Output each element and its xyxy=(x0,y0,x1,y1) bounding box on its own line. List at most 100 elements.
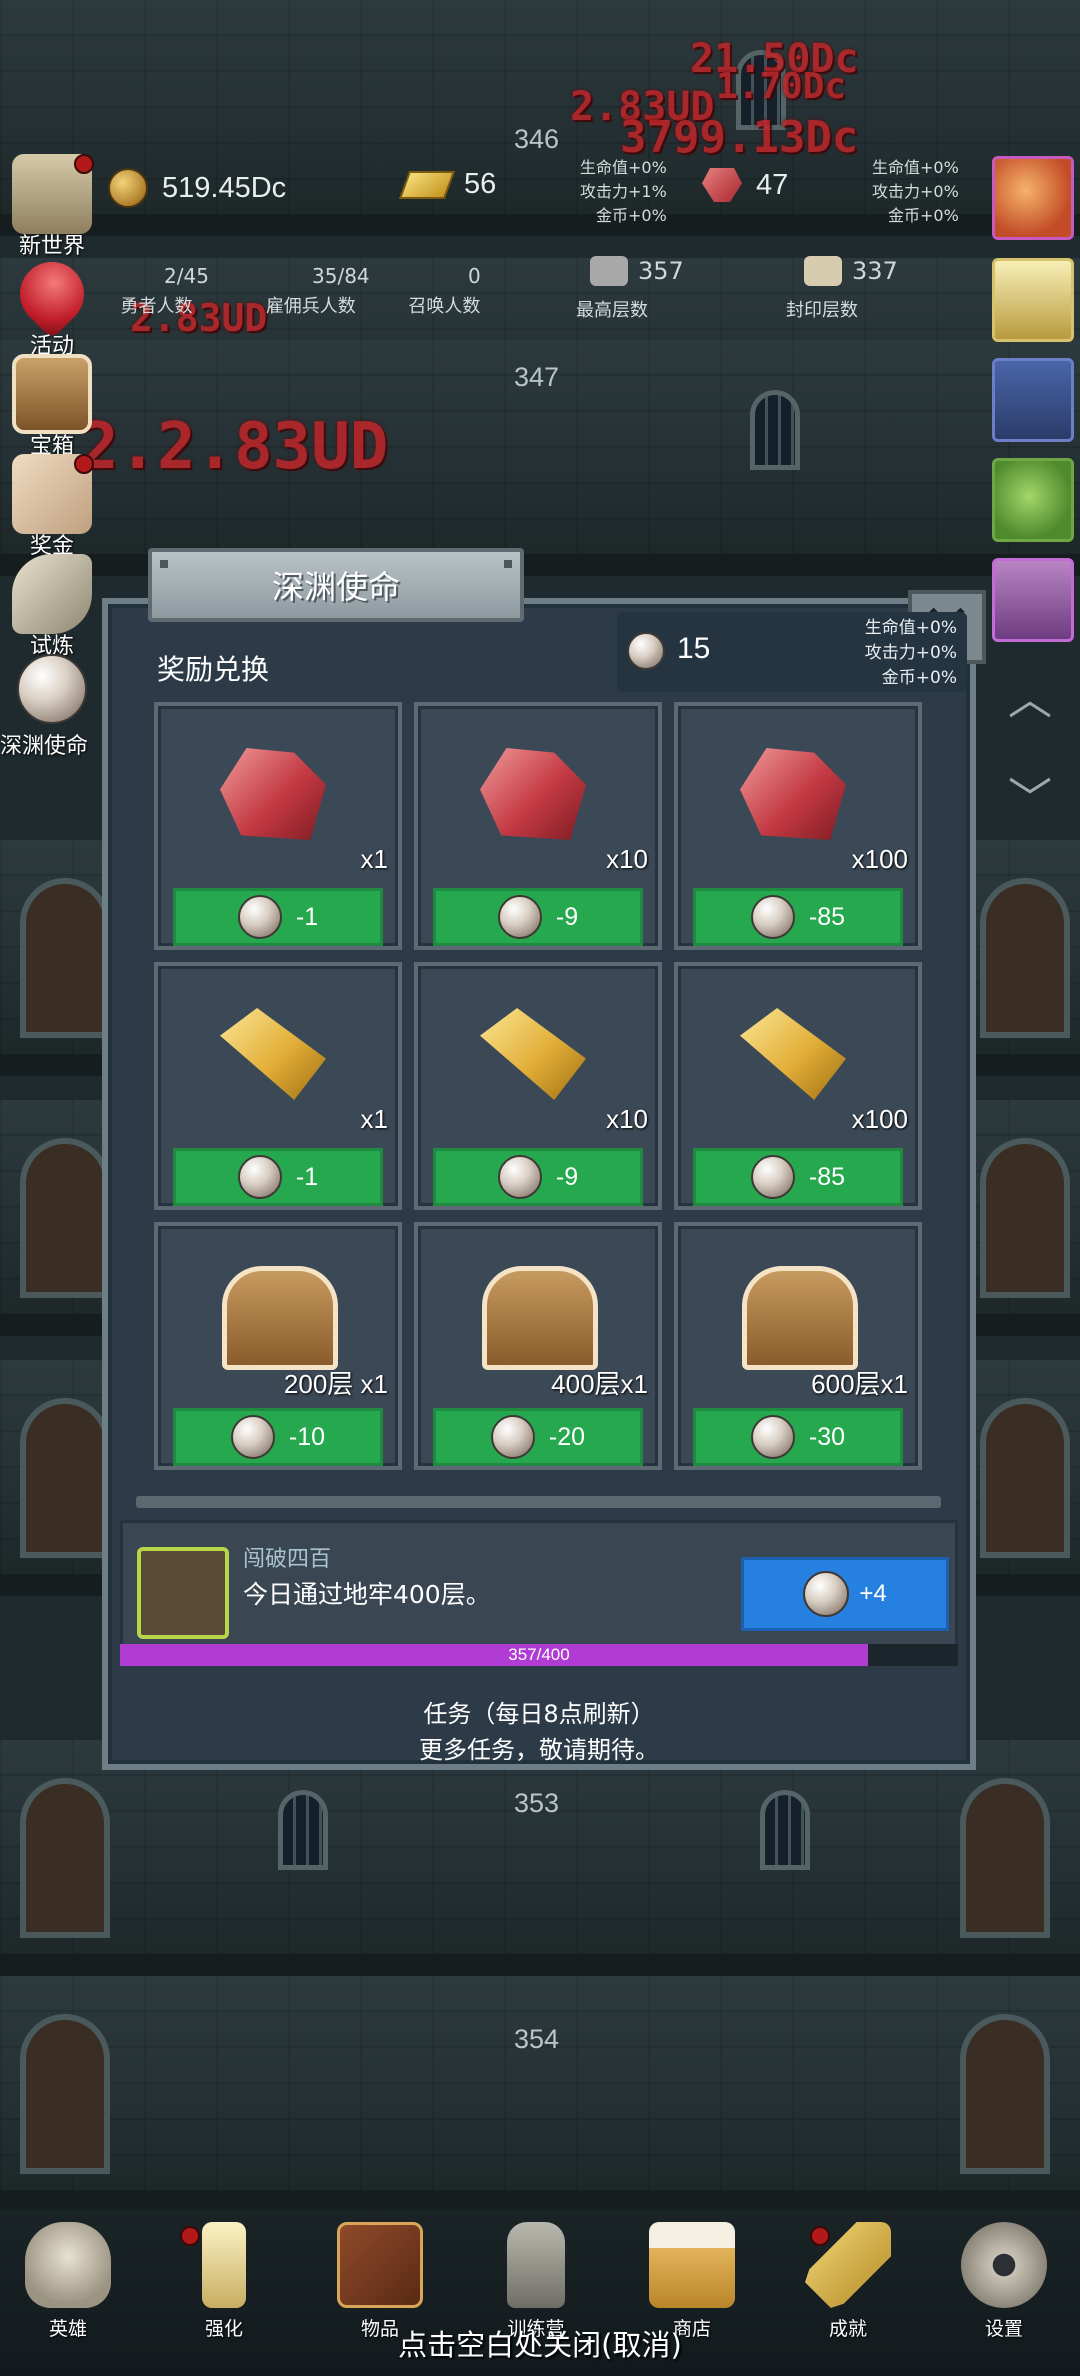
task-progress-text: 357/400 xyxy=(508,1645,570,1664)
pearl-icon xyxy=(750,1415,795,1459)
merc-count: 35/84 雇佣兵人数 xyxy=(252,264,370,318)
side-label: 深渊使命 xyxy=(0,734,89,759)
helmet-buff-icon[interactable] xyxy=(992,558,1074,642)
damage-text: 2.2.83UD xyxy=(80,410,389,484)
gold-bar-icon xyxy=(220,1008,326,1100)
reward-qty: x1 xyxy=(360,844,388,874)
pearl-icon xyxy=(497,895,542,939)
pearl-icon xyxy=(237,1155,282,1199)
meat-buff-icon[interactable] xyxy=(992,358,1074,442)
mission-bonus-stats: 生命值+0% 攻击力+0% 金币+0% xyxy=(865,616,957,691)
reward-card: 600层x1 -30 xyxy=(674,1222,922,1470)
feather-icon xyxy=(12,554,92,634)
exchange-button[interactable]: -1 xyxy=(173,888,383,946)
hp-bonus: 生命值+0% xyxy=(580,158,667,177)
reward-card: x1 -1 xyxy=(154,702,402,950)
pearl-icon xyxy=(237,895,282,939)
reward-qty: x10 xyxy=(606,1104,648,1134)
exchange-button[interactable]: -85 xyxy=(693,888,903,946)
floor-number: 346 xyxy=(514,124,560,154)
pearl-icon xyxy=(497,1155,542,1199)
reward-card: x10 -9 xyxy=(414,702,662,950)
hero-count: 2/45 勇者人数 xyxy=(104,264,209,318)
reward-qty: 400层x1 xyxy=(551,1369,648,1399)
exchange-button[interactable]: -20 xyxy=(433,1408,643,1466)
exchange-cost: -10 xyxy=(288,1422,326,1451)
notification-dot xyxy=(74,154,94,174)
reward-qty: 200层 x1 xyxy=(283,1369,388,1399)
divider xyxy=(136,1496,941,1508)
skull-icon xyxy=(25,2222,111,2308)
more-tasks-note: 更多任务，敬请期待。 xyxy=(419,1736,659,1764)
seal-floor-value: 337 xyxy=(852,257,898,285)
reward-card: 400层x1 -20 xyxy=(414,1222,662,1470)
exchange-button[interactable]: -9 xyxy=(433,1148,643,1206)
scroll-down-icon[interactable]: ﹀ xyxy=(1000,778,1060,822)
max-floor-value: 357 xyxy=(638,257,684,285)
pearl-icon xyxy=(750,1155,795,1199)
pearl-count: 15 xyxy=(677,632,711,665)
apple-buff-icon[interactable] xyxy=(992,156,1074,240)
side-bonus[interactable]: 奖金 xyxy=(6,454,98,559)
gold-bar-value: 56 xyxy=(464,168,497,200)
floor-number: 353 xyxy=(514,1788,560,1818)
side-trial[interactable]: 试炼 xyxy=(6,554,98,659)
ruby-icon xyxy=(702,168,742,202)
max-floor-count: 357 最高层数 xyxy=(576,256,684,321)
pearl-balance: 15 生命值+0% 攻击力+0% 金币+0% xyxy=(617,612,967,692)
dungeon-floor xyxy=(0,1976,1080,2212)
pearl-icon xyxy=(490,1415,535,1459)
summon-count: 0 召唤人数 xyxy=(408,264,480,318)
slime-buff-icon[interactable] xyxy=(992,458,1074,542)
exchange-button[interactable]: -30 xyxy=(693,1408,903,1466)
task-description: 今日通过地牢400层。 xyxy=(243,1580,491,1609)
chest-icon xyxy=(742,1266,858,1370)
beer-mug-icon xyxy=(649,2222,735,2308)
coin-bonus: 金币+0% xyxy=(888,206,959,225)
seal-floor-label: 封印层数 xyxy=(786,300,858,321)
task-title: 闯破四百 xyxy=(243,1547,332,1572)
exchange-button[interactable]: -10 xyxy=(173,1408,383,1466)
atk-bonus: 攻击力+0% xyxy=(864,643,957,663)
notification-dot xyxy=(810,2226,830,2246)
heart-icon xyxy=(6,248,98,340)
task-progress-bar: 357/400 xyxy=(120,1644,958,1666)
side-abyss-mission[interactable]: 深渊使命 xyxy=(0,654,98,759)
gold-bar-icon xyxy=(480,1008,586,1100)
exchange-cost: -85 xyxy=(808,902,846,931)
notification-dot xyxy=(74,454,94,474)
exchange-cost: -1 xyxy=(295,1162,319,1191)
pearl-icon xyxy=(230,1415,275,1459)
exchange-button[interactable]: -85 xyxy=(693,1148,903,1206)
dialog-title-tab: 深渊使命 xyxy=(148,548,524,622)
exchange-cost: -9 xyxy=(555,1162,579,1191)
pearl-icon xyxy=(627,632,665,670)
left-bonus-stats: 生命值+0% 攻击力+1% 金币+0% xyxy=(580,156,667,228)
tap-to-close-hint[interactable]: 点击空白处关闭(取消) xyxy=(0,2322,1080,2364)
right-bonus-stats: 生命值+0% 攻击力+0% 金币+0% xyxy=(872,156,959,228)
side-chest[interactable]: 宝箱 xyxy=(6,354,98,459)
ruby-icon xyxy=(220,748,326,840)
candle-buff-icon[interactable] xyxy=(992,258,1074,342)
gem-stat: 47 xyxy=(702,168,788,202)
claim-reward-amount: +4 xyxy=(859,1580,887,1607)
reward-qty: 600层x1 xyxy=(811,1369,908,1399)
side-new-world[interactable]: 新世界 xyxy=(6,154,98,259)
coin-bonus: 金币+0% xyxy=(881,668,957,688)
gold-stat: 519.45Dc xyxy=(108,168,286,208)
hero-count-label: 勇者人数 xyxy=(120,296,193,317)
gear-icon xyxy=(961,2222,1047,2308)
book-icon xyxy=(337,2222,423,2308)
claim-reward-button[interactable]: +4 xyxy=(741,1557,949,1631)
hero-count-value: 2/45 xyxy=(164,264,209,288)
side-events[interactable]: 活动 xyxy=(6,248,98,359)
gold-coin-icon xyxy=(108,168,148,208)
chest-icon xyxy=(12,354,92,434)
pearl-icon xyxy=(17,654,87,724)
exchange-cost: -1 xyxy=(295,902,319,931)
exchange-button[interactable]: -1 xyxy=(173,1148,383,1206)
pearl-icon xyxy=(803,1571,850,1617)
dungeon-floor xyxy=(0,1740,1080,1976)
exchange-button[interactable]: -9 xyxy=(433,888,643,946)
scroll-up-icon[interactable]: ︿ xyxy=(1000,678,1060,722)
